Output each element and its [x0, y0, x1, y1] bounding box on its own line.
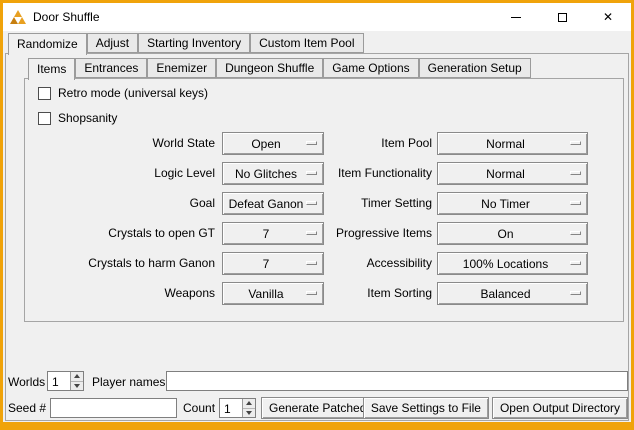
dropdown-indicator-icon [570, 171, 581, 175]
spin-up-button[interactable] [243, 399, 255, 408]
tab-custom-item-pool[interactable]: Custom Item Pool [250, 33, 363, 53]
tab-starting-inventory[interactable]: Starting Inventory [138, 33, 250, 53]
tab-generation-setup[interactable]: Generation Setup [419, 58, 531, 78]
seed-label: Seed # [8, 401, 46, 415]
close-button[interactable]: ✕ [585, 3, 631, 31]
world-state-label: World State [15, 136, 215, 150]
accessibility-label: Accessibility [232, 256, 432, 270]
item-sorting-label: Item Sorting [232, 286, 432, 300]
dropdown-indicator-icon [570, 261, 581, 265]
crystals-ganon-label: Crystals to harm Ganon [15, 256, 215, 270]
tab-label: Starting Inventory [147, 36, 241, 50]
tab-label: Game Options [332, 61, 409, 75]
item-pool-dropdown[interactable]: Normal [437, 132, 588, 155]
worlds-label: Worlds [8, 375, 45, 389]
spin-up-button[interactable] [71, 372, 83, 381]
dropdown-value: Normal [438, 167, 587, 181]
tab-label: Enemizer [156, 61, 207, 75]
tab-label: Items [37, 62, 66, 76]
minimize-icon [511, 17, 521, 18]
close-icon: ✕ [603, 11, 613, 23]
dropdown-indicator-icon [570, 141, 581, 145]
tab-adjust[interactable]: Adjust [87, 33, 138, 53]
count-value: 1 [220, 399, 242, 417]
worlds-spinbox[interactable]: 1 [47, 371, 84, 391]
arrow-up-icon [246, 401, 252, 405]
progressive-items-label: Progressive Items [232, 226, 432, 240]
tab-entrances[interactable]: Entrances [75, 58, 147, 78]
arrow-down-icon [246, 411, 252, 415]
item-functionality-dropdown[interactable]: Normal [437, 162, 588, 185]
dropdown-indicator-icon [570, 201, 581, 205]
shopsanity-checkbox[interactable] [38, 112, 51, 125]
window-title: Door Shuffle [33, 10, 100, 24]
open-output-directory-button[interactable]: Open Output Directory [492, 397, 628, 419]
arrow-up-icon [74, 374, 80, 378]
tab-enemizer[interactable]: Enemizer [147, 58, 216, 78]
progressive-items-dropdown[interactable]: On [437, 222, 588, 245]
sub-tab-bar: Items Entrances Enemizer Dungeon Shuffle… [28, 58, 531, 79]
timer-setting-label: Timer Setting [232, 196, 432, 210]
count-label: Count [183, 401, 215, 415]
maximize-button[interactable] [539, 3, 585, 31]
retro-mode-label: Retro mode (universal keys) [58, 86, 208, 100]
door-shuffle-window: Door Shuffle ✕ Randomize Adjust Starting… [0, 0, 634, 430]
tab-game-options[interactable]: Game Options [323, 58, 418, 78]
shopsanity-label: Shopsanity [58, 111, 117, 125]
output-buttons: Save Settings to File Open Output Direct… [363, 397, 628, 419]
tab-items[interactable]: Items [28, 58, 75, 80]
worlds-value: 1 [48, 372, 70, 390]
arrow-down-icon [74, 384, 80, 388]
weapons-label: Weapons [15, 286, 215, 300]
save-settings-button[interactable]: Save Settings to File [363, 397, 489, 419]
dropdown-value: On [438, 227, 587, 241]
accessibility-dropdown[interactable]: 100% Locations [437, 252, 588, 275]
retro-mode-checkbox-row: Retro mode (universal keys) [38, 86, 208, 100]
tab-label: Adjust [96, 36, 129, 50]
item-sorting-dropdown[interactable]: Balanced [437, 282, 588, 305]
tab-randomize[interactable]: Randomize [8, 33, 87, 55]
tab-dungeon-shuffle[interactable]: Dungeon Shuffle [216, 58, 323, 78]
spin-arrows [70, 372, 83, 390]
caption-buttons: ✕ [493, 3, 631, 31]
timer-setting-dropdown[interactable]: No Timer [437, 192, 588, 215]
tab-label: Entrances [84, 61, 138, 75]
dropdown-value: Balanced [438, 287, 587, 301]
count-spinbox[interactable]: 1 [219, 398, 256, 418]
goal-label: Goal [15, 196, 215, 210]
retro-mode-checkbox[interactable] [38, 87, 51, 100]
spin-down-button[interactable] [243, 408, 255, 418]
item-functionality-label: Item Functionality [232, 166, 432, 180]
dropdown-indicator-icon [570, 231, 581, 235]
dropdown-value: Normal [438, 137, 587, 151]
titlebar[interactable]: Door Shuffle ✕ [3, 3, 631, 31]
dropdown-value: 100% Locations [438, 257, 587, 271]
dropdown-indicator-icon [570, 291, 581, 295]
tab-label: Dungeon Shuffle [225, 61, 314, 75]
main-tab-bar: Randomize Adjust Starting Inventory Cust… [8, 33, 364, 54]
tab-label: Randomize [17, 37, 78, 51]
seed-input[interactable] [50, 398, 177, 418]
spin-arrows [242, 399, 255, 417]
tab-label: Custom Item Pool [259, 36, 354, 50]
item-pool-label: Item Pool [232, 136, 432, 150]
player-names-input[interactable] [166, 371, 628, 391]
player-names-label: Player names [92, 375, 165, 389]
minimize-button[interactable] [493, 3, 539, 31]
spin-down-button[interactable] [71, 381, 83, 391]
dropdown-value: No Timer [438, 197, 587, 211]
maximize-icon [558, 13, 567, 22]
app-icon [10, 9, 26, 25]
logic-level-label: Logic Level [15, 166, 215, 180]
crystals-gt-label: Crystals to open GT [15, 226, 215, 240]
tab-label: Generation Setup [428, 61, 522, 75]
shopsanity-checkbox-row: Shopsanity [38, 111, 117, 125]
